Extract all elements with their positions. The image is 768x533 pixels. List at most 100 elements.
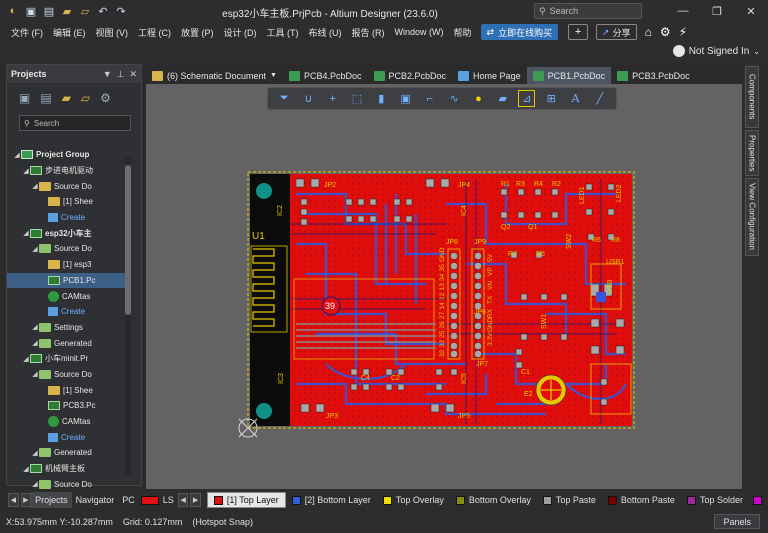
save-all-icon[interactable]: ▤ (40, 91, 51, 105)
region-icon[interactable]: ⊿ (518, 90, 536, 107)
layer-tab[interactable]: Top Paste (537, 492, 602, 508)
maximize-button[interactable]: ❐ (700, 0, 734, 22)
expand-arrow-icon[interactable]: ◢ (31, 370, 39, 378)
tree-node[interactable]: Create (7, 429, 125, 445)
tree-node[interactable]: ◢ Settings (7, 320, 125, 336)
gear-icon[interactable]: ⚙ (660, 25, 671, 39)
menu-route[interactable]: 布线 (U) (304, 26, 347, 39)
menu-file[interactable]: 文件 (F) (6, 26, 48, 39)
close-button[interactable]: ✕ (734, 0, 768, 22)
tree-node[interactable]: CAMtas (7, 414, 125, 430)
expand-arrow-icon[interactable]: ◢ (31, 480, 39, 488)
tree-node[interactable]: PCB1.Pc (7, 272, 125, 289)
tree-node[interactable]: ◢ Generated (7, 445, 125, 461)
filter-icon[interactable]: ⏷ (276, 90, 293, 107)
panel-next-arrow[interactable]: ▶ (20, 493, 32, 507)
current-layer-indicator[interactable]: LS (139, 492, 176, 508)
home-icon[interactable]: ⌂ (645, 25, 652, 39)
tree-node[interactable]: ◢ 步进电机驱动 (7, 163, 125, 179)
document-tab[interactable]: PCB4.PcbDoc (283, 67, 368, 84)
panel-prev-arrow[interactable]: ◀ (8, 493, 19, 507)
bar-chart-icon[interactable]: ▮ (373, 90, 390, 107)
expand-arrow-icon[interactable]: ◢ (13, 151, 21, 159)
panel-close-icon[interactable]: ✕ (129, 69, 137, 80)
view-configuration-panel-tab[interactable]: View Configuration (745, 178, 759, 256)
chevron-down-icon[interactable]: ▼ (270, 72, 277, 79)
panel-tab-projects[interactable]: Projects (31, 492, 72, 508)
menu-reports[interactable]: 报告 (R) (347, 26, 390, 39)
expand-arrow-icon[interactable]: ◢ (31, 182, 39, 190)
pcb-canvas[interactable]: U1 GND 35 34 13 12 14 27 26 25 33 32 5V … (146, 84, 742, 489)
tree-node[interactable]: ◢ Project Group (7, 147, 125, 163)
panel-tab-pc[interactable]: PC (118, 492, 139, 508)
buy-online-button[interactable]: ⇄ 立即在线购买 (480, 24, 559, 40)
minimize-button[interactable]: — (666, 0, 700, 22)
text-icon[interactable]: A (567, 90, 584, 107)
dimension-icon[interactable]: ⊞ (543, 90, 560, 107)
tree-node[interactable]: CAMtas (7, 288, 125, 304)
panel-tab-navigator[interactable]: Navigator (72, 492, 119, 508)
menu-edit[interactable]: 编辑 (E) (48, 26, 91, 39)
open-folder-icon[interactable]: ▰ (60, 4, 74, 18)
pin-icon[interactable]: ⊥ (117, 69, 125, 80)
panels-button[interactable]: Panels (714, 514, 760, 529)
properties-panel-tab[interactable]: Properties (745, 130, 759, 176)
menu-design[interactable]: 设计 (D) (219, 26, 262, 39)
expand-arrow-icon[interactable]: ◢ (31, 449, 39, 457)
tree-node[interactable]: ◢ Generated (7, 335, 125, 351)
select-rect-icon[interactable]: ⬚ (348, 90, 365, 107)
add-existing-icon[interactable]: ▱ (81, 91, 90, 105)
expand-arrow-icon[interactable]: ◢ (31, 245, 39, 253)
menu-help[interactable]: 帮助 (449, 26, 477, 39)
document-tab[interactable]: PCB1.PcbDoc (526, 67, 612, 84)
tree-node[interactable]: PCB3.Pc (7, 398, 125, 414)
layer-tab[interactable]: [2] Bottom Layer (286, 492, 377, 508)
menu-view[interactable]: 视图 (V) (91, 26, 134, 39)
diff-pair-icon[interactable]: ∿ (446, 90, 463, 107)
menu-project[interactable]: 工程 (C) (133, 26, 176, 39)
projects-search-input[interactable]: ⚲ Search (19, 115, 131, 131)
panel-menu-icon[interactable]: ▼ (103, 69, 112, 80)
scrollbar-thumb[interactable] (125, 165, 131, 315)
redo-icon[interactable]: ↷ (114, 4, 128, 18)
layer-tab[interactable]: Top Overlay (377, 492, 450, 508)
expand-arrow-icon[interactable]: ◢ (22, 229, 30, 237)
via-icon[interactable]: ● (470, 90, 487, 107)
add-button[interactable]: + (568, 24, 589, 40)
tree-node[interactable]: [1] Shee (7, 382, 125, 398)
tree-node[interactable]: ◢ Source Do (7, 178, 125, 194)
projects-scrollbar[interactable] (125, 155, 131, 475)
tree-node[interactable]: [1] Shee (7, 194, 125, 210)
line-icon[interactable]: ╱ (591, 90, 608, 107)
global-search-input[interactable]: ⚲ Search (534, 3, 642, 19)
pcb-board-drawing[interactable]: U1 GND353413121427262533325VVPVNTXRXGND3… (146, 84, 742, 489)
document-tab[interactable]: (6) Schematic Document ▼ (146, 67, 283, 84)
tree-node[interactable]: ◢ esp32小车主 (7, 225, 125, 241)
save-all-icon[interactable]: ▤ (42, 4, 56, 18)
tree-node[interactable]: Create (7, 304, 125, 320)
pour-icon[interactable]: ▰ (494, 90, 511, 107)
tree-node[interactable]: ◢ 机械臂主板 (7, 461, 125, 477)
tree-node[interactable]: Create (7, 210, 125, 226)
document-tab[interactable]: PCB3.PcbDoc (611, 67, 696, 84)
notifications-off-icon[interactable]: ⚡ (679, 25, 687, 39)
expand-arrow-icon[interactable]: ◢ (22, 355, 30, 363)
open-project-icon[interactable]: ▱ (78, 4, 92, 18)
undo-icon[interactable]: ↶ (96, 4, 110, 18)
layer-next-arrow[interactable]: ▶ (190, 493, 201, 507)
menu-window[interactable]: Window (W) (390, 27, 449, 37)
save-icon[interactable]: ▣ (24, 4, 38, 18)
gear-icon[interactable]: ⚙ (100, 91, 111, 105)
layer-prev-arrow[interactable]: ◀ (177, 493, 189, 507)
route-icon[interactable]: ⌐ (421, 90, 438, 107)
crosshair-icon[interactable]: + (324, 90, 341, 107)
account-menu[interactable]: Not Signed In ⌄ (672, 45, 760, 57)
layer-tab[interactable]: Bottom Paste (602, 492, 681, 508)
expand-arrow-icon[interactable]: ◢ (31, 339, 39, 347)
menu-place[interactable]: 放置 (P) (176, 26, 219, 39)
layer-tab[interactable]: Bottom Overlay (450, 492, 537, 508)
expand-arrow-icon[interactable]: ◢ (22, 465, 30, 473)
expand-arrow-icon[interactable]: ◢ (31, 323, 39, 331)
layer-tab[interactable]: [1] Top Layer (206, 492, 286, 508)
components-panel-tab[interactable]: Components (745, 66, 759, 128)
